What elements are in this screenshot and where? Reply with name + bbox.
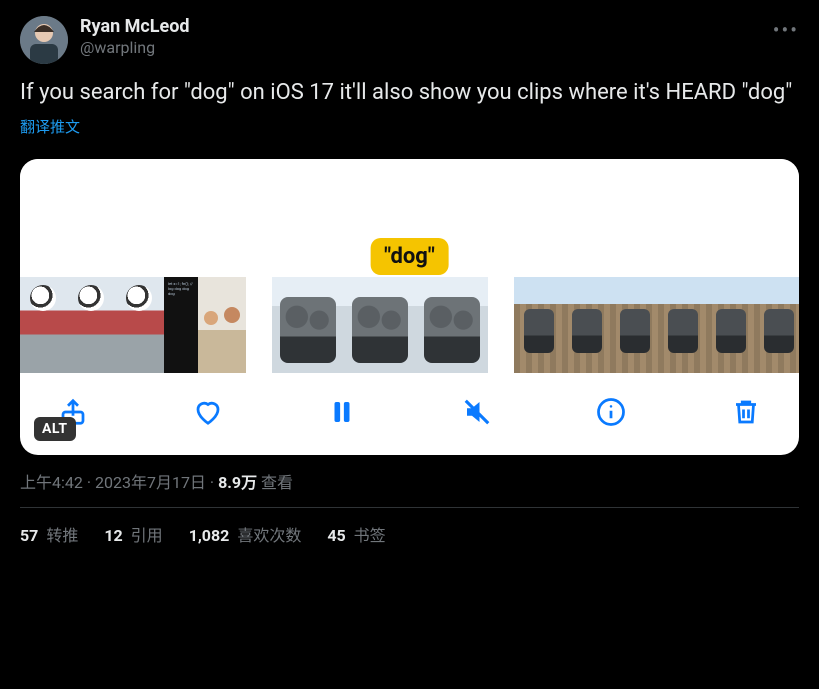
clip-timeline[interactable]: let x=1; fn(); // log dog dog dog (20, 277, 799, 373)
tweet-text: If you search for "dog" on iOS 17 it'll … (20, 78, 799, 108)
alt-badge[interactable]: ALT (34, 417, 76, 441)
pause-icon[interactable] (325, 395, 359, 429)
likes-stat[interactable]: 1,082 喜欢次数 (189, 522, 302, 546)
bookmarks-stat[interactable]: 45 书签 (327, 522, 385, 546)
clip-frame (658, 277, 706, 373)
clip-frame (344, 277, 416, 373)
heart-icon[interactable] (191, 395, 225, 429)
mute-icon[interactable] (460, 395, 494, 429)
clip-frame (610, 277, 658, 373)
media-top: "dog" (20, 159, 799, 277)
more-icon[interactable]: ••• (773, 16, 799, 42)
views-count: 8.9万 (218, 473, 257, 492)
media-toolbar (20, 373, 799, 455)
retweets-stat[interactable]: 57 转推 (20, 522, 78, 546)
clip-frame (416, 277, 488, 373)
translate-link[interactable]: 翻译推文 (20, 116, 80, 137)
clip-group-2[interactable] (272, 277, 488, 373)
tweet-time: 上午4:42 (20, 473, 83, 492)
display-name: Ryan McLeod (80, 16, 761, 38)
tweet-meta[interactable]: 上午4:42 · 2023年7月17日 · 8.9万 查看 (20, 469, 799, 508)
clip-frame (20, 277, 68, 373)
clip-frame (198, 277, 246, 373)
media-card[interactable]: "dog" let x=1; fn(); // log dog dog dog (20, 159, 799, 455)
author-block[interactable]: Ryan McLeod @warpling (80, 16, 761, 57)
clip-frame (706, 277, 754, 373)
trash-icon[interactable] (729, 395, 763, 429)
clip-group-3[interactable] (514, 277, 799, 373)
caption-bubble: "dog" (370, 238, 449, 275)
handle: @warpling (80, 38, 761, 57)
tweet-container: Ryan McLeod @warpling ••• If you search … (0, 0, 819, 546)
clip-group-1[interactable]: let x=1; fn(); // log dog dog dog (20, 277, 246, 373)
clip-frame (562, 277, 610, 373)
info-icon[interactable] (594, 395, 628, 429)
tweet-stats: 57 转推 12 引用 1,082 喜欢次数 45 书签 (20, 508, 799, 546)
tweet-date: 2023年7月17日 (95, 473, 206, 492)
avatar[interactable] (20, 16, 68, 64)
clip-frame (68, 277, 116, 373)
clip-frame (754, 277, 799, 373)
tweet-header: Ryan McLeod @warpling ••• (20, 16, 799, 64)
clip-frame (514, 277, 562, 373)
views-label: 查看 (257, 473, 293, 492)
clip-frame (272, 277, 344, 373)
clip-frame (116, 277, 164, 373)
clip-frame: let x=1; fn(); // log dog dog dog (164, 277, 198, 373)
quotes-stat[interactable]: 12 引用 (104, 522, 162, 546)
